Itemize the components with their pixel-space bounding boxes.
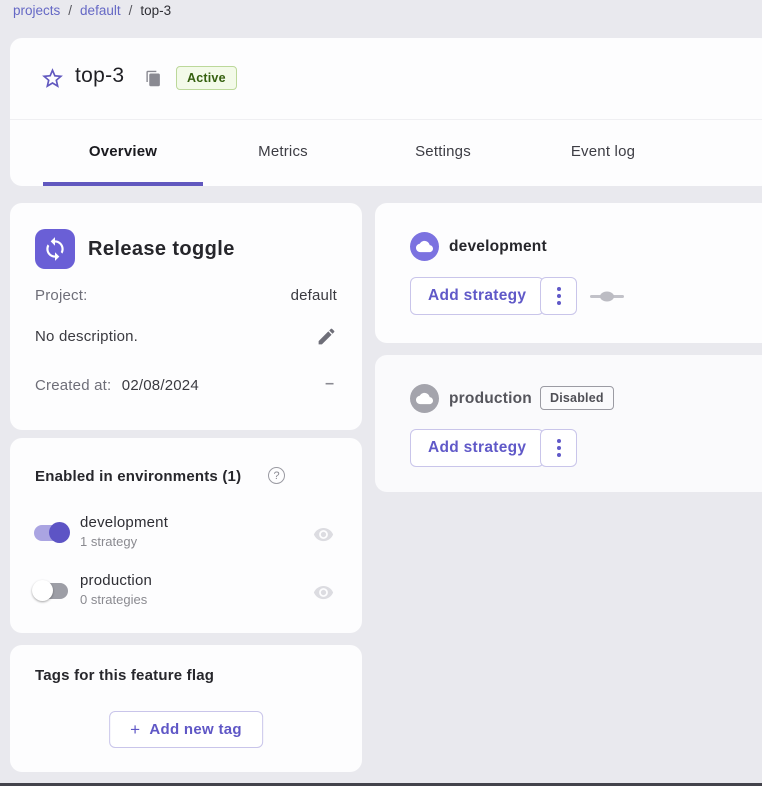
flag-type-label: Release toggle bbox=[88, 238, 235, 261]
breadcrumb-link-default[interactable]: default bbox=[80, 3, 121, 18]
development-strategy-panel: development Add strategy bbox=[375, 203, 762, 343]
release-toggle-icon bbox=[35, 229, 75, 269]
breadcrumb-link-projects[interactable]: projects bbox=[13, 3, 60, 18]
project-row: Project: default bbox=[35, 287, 337, 304]
tab-settings[interactable]: Settings bbox=[363, 120, 523, 182]
created-at-row: Created at: 02/08/2024 bbox=[35, 377, 337, 394]
edit-description-icon[interactable] bbox=[316, 326, 337, 347]
strategy-connector-icon bbox=[590, 289, 624, 303]
empty-value-dash: – bbox=[325, 375, 334, 393]
breadcrumb-separator: / bbox=[129, 3, 133, 18]
enabled-environments-card: Enabled in environments (1) ? developmen… bbox=[10, 438, 362, 633]
tags-card: Tags for this feature flag + Add new tag bbox=[10, 645, 362, 772]
tab-bar: Overview Metrics Settings Event log bbox=[43, 120, 683, 182]
active-tab-indicator bbox=[43, 182, 203, 186]
environment-row-development: development 1 strategy bbox=[32, 514, 342, 556]
visibility-eye-icon[interactable] bbox=[313, 524, 334, 545]
help-icon[interactable]: ? bbox=[268, 467, 285, 484]
environment-strategy-count: 1 strategy bbox=[80, 534, 168, 549]
production-toggle[interactable] bbox=[32, 580, 70, 602]
description-text: No description. bbox=[35, 328, 337, 345]
copy-name-icon[interactable] bbox=[145, 70, 162, 87]
production-strategy-panel: production Disabled Add strategy bbox=[375, 355, 762, 492]
project-label: Project: bbox=[35, 287, 87, 304]
environment-strategy-count: 0 strategies bbox=[80, 592, 152, 607]
page-title: top-3 bbox=[75, 64, 124, 88]
breadcrumb-current: top-3 bbox=[140, 3, 171, 18]
disabled-badge: Disabled bbox=[540, 386, 614, 410]
tags-title: Tags for this feature flag bbox=[35, 667, 214, 684]
environment-panel-title: development bbox=[449, 238, 547, 256]
cloud-icon bbox=[410, 232, 439, 261]
enabled-environments-title: Enabled in environments (1) bbox=[35, 468, 241, 485]
created-at-value: 02/08/2024 bbox=[122, 377, 199, 394]
more-options-kebab-button[interactable] bbox=[540, 429, 577, 467]
tab-overview[interactable]: Overview bbox=[43, 120, 203, 182]
visibility-eye-icon[interactable] bbox=[313, 582, 334, 603]
created-at-label: Created at: bbox=[35, 377, 111, 394]
add-strategy-button[interactable]: Add strategy bbox=[410, 277, 544, 315]
breadcrumb: projects / default / top-3 bbox=[13, 3, 171, 18]
cloud-icon bbox=[410, 384, 439, 413]
project-value: default bbox=[291, 287, 337, 304]
header-panel: top-3 Active Overview Metrics Settings E… bbox=[10, 38, 762, 186]
favorite-star-icon[interactable] bbox=[40, 66, 65, 91]
add-new-tag-button[interactable]: + Add new tag bbox=[109, 711, 263, 748]
release-toggle-card: Release toggle Project: default No descr… bbox=[10, 203, 362, 430]
development-toggle[interactable] bbox=[32, 522, 70, 544]
status-badge: Active bbox=[176, 66, 237, 90]
tab-metrics[interactable]: Metrics bbox=[203, 120, 363, 182]
environment-row-production: production 0 strategies bbox=[32, 572, 342, 614]
environment-name: production bbox=[80, 572, 152, 589]
environment-panel-title: production bbox=[449, 390, 532, 408]
breadcrumb-separator: / bbox=[68, 3, 72, 18]
environment-name: development bbox=[80, 514, 168, 531]
feature-flag-page: projects / default / top-3 top-3 Active … bbox=[0, 0, 762, 786]
tab-event-log[interactable]: Event log bbox=[523, 120, 683, 182]
add-new-tag-label: Add new tag bbox=[149, 721, 241, 738]
add-strategy-button[interactable]: Add strategy bbox=[410, 429, 544, 467]
plus-icon: + bbox=[130, 721, 140, 738]
more-options-kebab-button[interactable] bbox=[540, 277, 577, 315]
